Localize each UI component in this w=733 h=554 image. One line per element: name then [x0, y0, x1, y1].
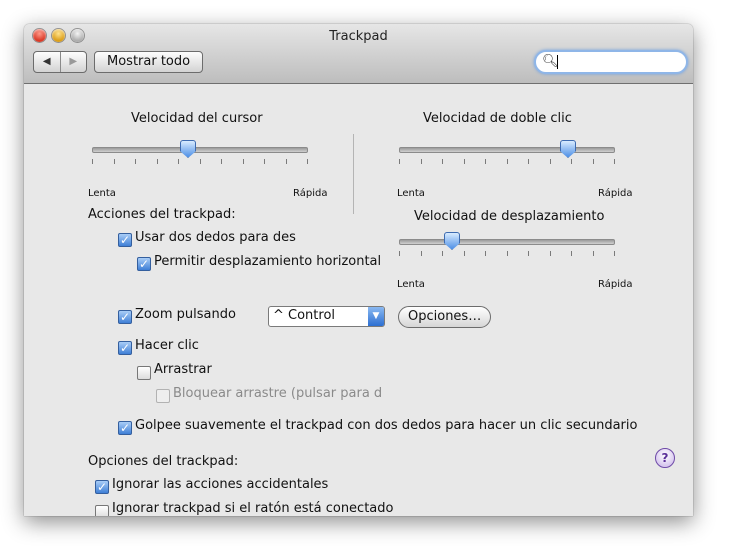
slider-thumb[interactable] — [560, 140, 576, 158]
slider-tick — [528, 159, 529, 164]
slider-tick — [399, 251, 400, 256]
slider-tick — [593, 251, 594, 256]
ignore-accidental-label[interactable]: Ignorar las acciones accidentales — [112, 477, 328, 492]
two-finger-scroll-label[interactable]: Usar dos dedos para des — [135, 230, 296, 245]
slider-tick — [550, 159, 551, 164]
trackpad-options-heading: Opciones del trackpad: — [88, 454, 239, 469]
back-arrow-icon[interactable]: ◀ — [34, 52, 61, 72]
double-click-speed-slider[interactable] — [399, 140, 615, 180]
slider-tick — [528, 251, 529, 256]
slider-track — [399, 147, 615, 153]
secondary-click-checkbox[interactable]: ✓ — [118, 421, 132, 435]
trackpad-actions-heading: Acciones del trackpad: — [88, 207, 236, 222]
cursor-speed-min-label: Lenta — [88, 188, 116, 199]
scroll-speed-slider[interactable] — [399, 232, 615, 272]
drag-lock-label[interactable]: Bloquear arrastre (pulsar para d — [173, 386, 382, 401]
slider-thumb[interactable] — [180, 140, 196, 158]
slider-tick — [485, 251, 486, 256]
slider-tick — [92, 159, 93, 164]
zoom-label[interactable]: Zoom pulsando — [135, 307, 236, 322]
preferences-content: Velocidad del cursor Lenta Rápida Veloci… — [24, 84, 693, 516]
click-label[interactable]: Hacer clic — [135, 338, 199, 353]
slider-tick — [221, 159, 222, 164]
forward-arrow-icon[interactable]: ▶ — [61, 52, 87, 72]
slider-tick — [442, 159, 443, 164]
slider-tick — [464, 251, 465, 256]
ignore-with-mouse-label[interactable]: Ignorar trackpad si el ratón está conect… — [112, 501, 393, 516]
slider-tick — [593, 159, 594, 164]
drag-lock-checkbox[interactable] — [156, 389, 170, 403]
slider-tick — [421, 251, 422, 256]
zoom-modifier-value: ^ Control — [273, 308, 336, 323]
navigation-segmented-control: ◀ ▶ — [33, 51, 87, 73]
click-checkbox[interactable]: ✓ — [118, 341, 132, 355]
two-finger-scroll-checkbox[interactable]: ✓ — [118, 233, 132, 247]
help-button[interactable]: ? — [655, 448, 675, 468]
slider-tick — [157, 159, 158, 164]
slider-tick — [286, 159, 287, 164]
toolbar: Trackpad ◀ ▶ Mostrar todo 🔍︎ — [24, 24, 693, 84]
slider-tick — [507, 251, 508, 256]
slider-tick — [307, 159, 308, 164]
drag-checkbox[interactable] — [137, 366, 151, 380]
slider-tick — [178, 159, 179, 164]
ignore-accidental-checkbox[interactable]: ✓ — [95, 480, 109, 494]
scroll-speed-min-label: Lenta — [397, 279, 425, 290]
slider-tick — [421, 159, 422, 164]
slider-tick — [135, 159, 136, 164]
slider-thumb[interactable] — [444, 232, 460, 250]
drag-label[interactable]: Arrastrar — [154, 362, 212, 377]
slider-tick — [114, 159, 115, 164]
window-title: Trackpad — [329, 29, 388, 44]
show-all-button[interactable]: Mostrar todo — [94, 51, 204, 73]
slider-track — [92, 147, 308, 153]
slider-tick — [464, 159, 465, 164]
slider-tick — [442, 251, 443, 256]
horizontal-scroll-checkbox[interactable]: ✓ — [137, 257, 151, 271]
zoom-checkbox[interactable]: ✓ — [118, 310, 132, 324]
search-field[interactable]: 🔍︎ — [534, 50, 688, 74]
slider-tick — [571, 159, 572, 164]
preferences-window: Trackpad ◀ ▶ Mostrar todo 🔍︎ Velocidad d… — [24, 24, 693, 516]
text-caret — [557, 55, 558, 69]
popup-arrow-icon: ▼ — [368, 307, 384, 326]
double-click-speed-min-label: Lenta — [397, 188, 425, 199]
scroll-speed-max-label: Rápida — [598, 279, 633, 290]
slider-tick — [550, 251, 551, 256]
zoom-modifier-popup[interactable]: ^ Control ▼ — [268, 306, 385, 327]
slider-tick — [399, 159, 400, 164]
cursor-speed-slider[interactable] — [92, 140, 308, 180]
horizontal-scroll-label[interactable]: Permitir desplazamiento horizontal — [154, 254, 381, 269]
scroll-speed-label: Velocidad de desplazamiento — [414, 209, 605, 224]
double-click-speed-label: Velocidad de doble clic — [423, 111, 572, 126]
slider-tick — [571, 251, 572, 256]
secondary-click-label[interactable]: Golpee suavemente el trackpad con dos de… — [135, 418, 637, 433]
ignore-with-mouse-checkbox[interactable] — [95, 505, 109, 516]
slider-tick — [614, 251, 615, 256]
slider-tick — [264, 159, 265, 164]
cursor-speed-label: Velocidad del cursor — [131, 111, 263, 126]
section-divider — [353, 134, 354, 214]
slider-tick — [485, 159, 486, 164]
slider-tick — [243, 159, 244, 164]
cursor-speed-max-label: Rápida — [293, 188, 328, 199]
slider-track — [399, 239, 615, 245]
slider-tick — [614, 159, 615, 164]
double-click-speed-max-label: Rápida — [598, 188, 633, 199]
slider-tick — [200, 159, 201, 164]
zoom-options-button[interactable]: Opciones… — [398, 306, 492, 328]
slider-tick — [507, 159, 508, 164]
